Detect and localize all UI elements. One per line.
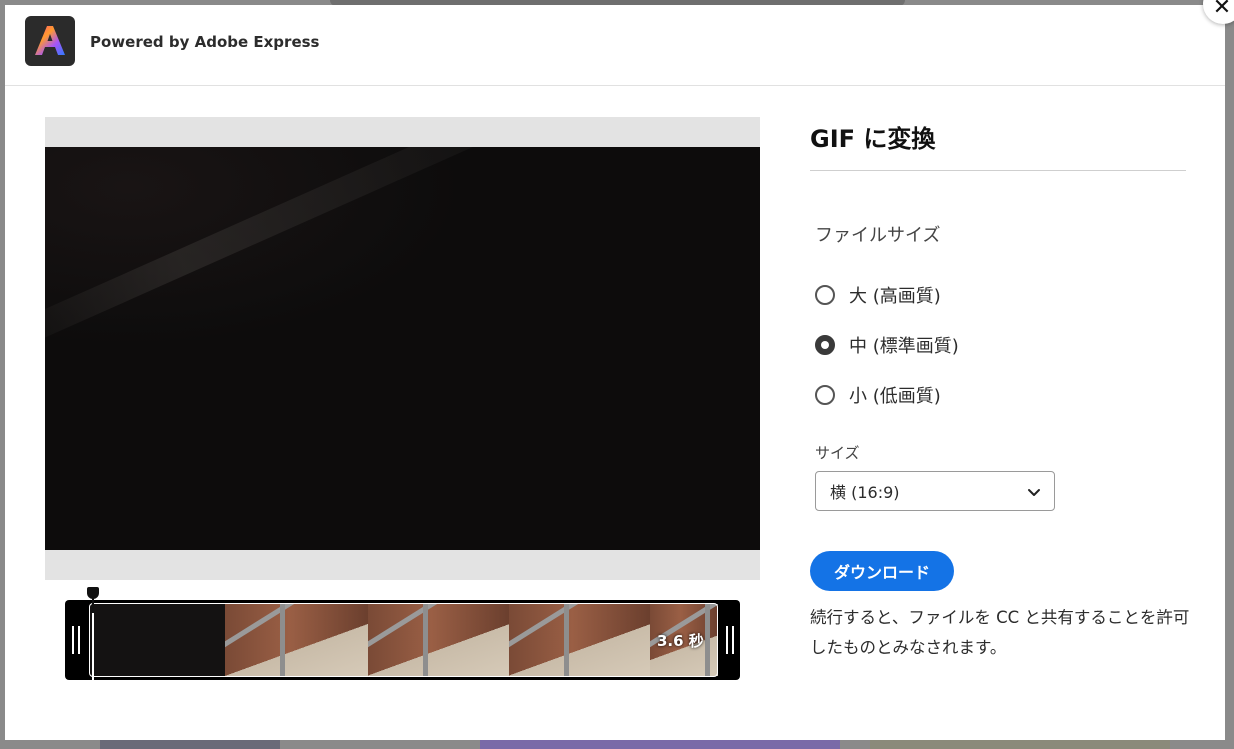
radio-button[interactable] [815,385,835,405]
panel-title: GIF に変換 [810,125,936,153]
powered-by-text: Powered by Adobe Express [90,33,320,51]
backdrop-strip [870,739,1170,749]
adobe-express-logo-mark [35,26,65,55]
playhead[interactable] [87,587,99,688]
radio-label: 大 (高画質) [849,286,941,307]
radio-button[interactable] [815,285,835,305]
trim-timeline[interactable]: 3.6 秒 [65,600,740,680]
size-select-value: 横 (16:9) [830,483,900,502]
trim-handle-start[interactable] [72,626,80,654]
radio-option-large[interactable]: 大 (高画質) [815,282,941,308]
backdrop-strip [480,739,840,749]
dialog-header: Powered by Adobe Express [5,5,1225,86]
playhead-line [92,597,94,688]
convert-dialog: Powered by Adobe Express 3.6 秒 GIF に変換 フ… [5,5,1225,740]
backdrop-strip [100,739,280,749]
gif-preview [45,117,760,580]
size-select[interactable]: 横 (16:9) [815,471,1055,511]
cc-share-notice: 続行すると、ファイルを CC と共有することを許可したものとみなされます。 [810,608,1190,657]
video-frame [45,147,760,550]
radio-label: 中 (標準画質) [849,336,959,357]
panel-divider [810,170,1186,171]
trim-handle-end[interactable] [726,626,734,654]
chevron-down-icon [1028,489,1040,496]
radio-button-selected[interactable] [815,335,835,355]
size-label: サイズ [815,444,860,462]
download-button[interactable]: ダウンロード [810,551,954,591]
adobe-express-logo [25,16,75,66]
file-size-label: ファイルサイズ [815,225,941,246]
playhead-line-inner [92,613,94,688]
radio-option-small[interactable]: 小 (低画質) [815,382,941,408]
trim-duration: 3.6 秒 [657,632,704,650]
trim-selection [89,603,718,677]
radio-label: 小 (低画質) [849,386,941,407]
radio-option-medium[interactable]: 中 (標準画質) [815,332,959,358]
